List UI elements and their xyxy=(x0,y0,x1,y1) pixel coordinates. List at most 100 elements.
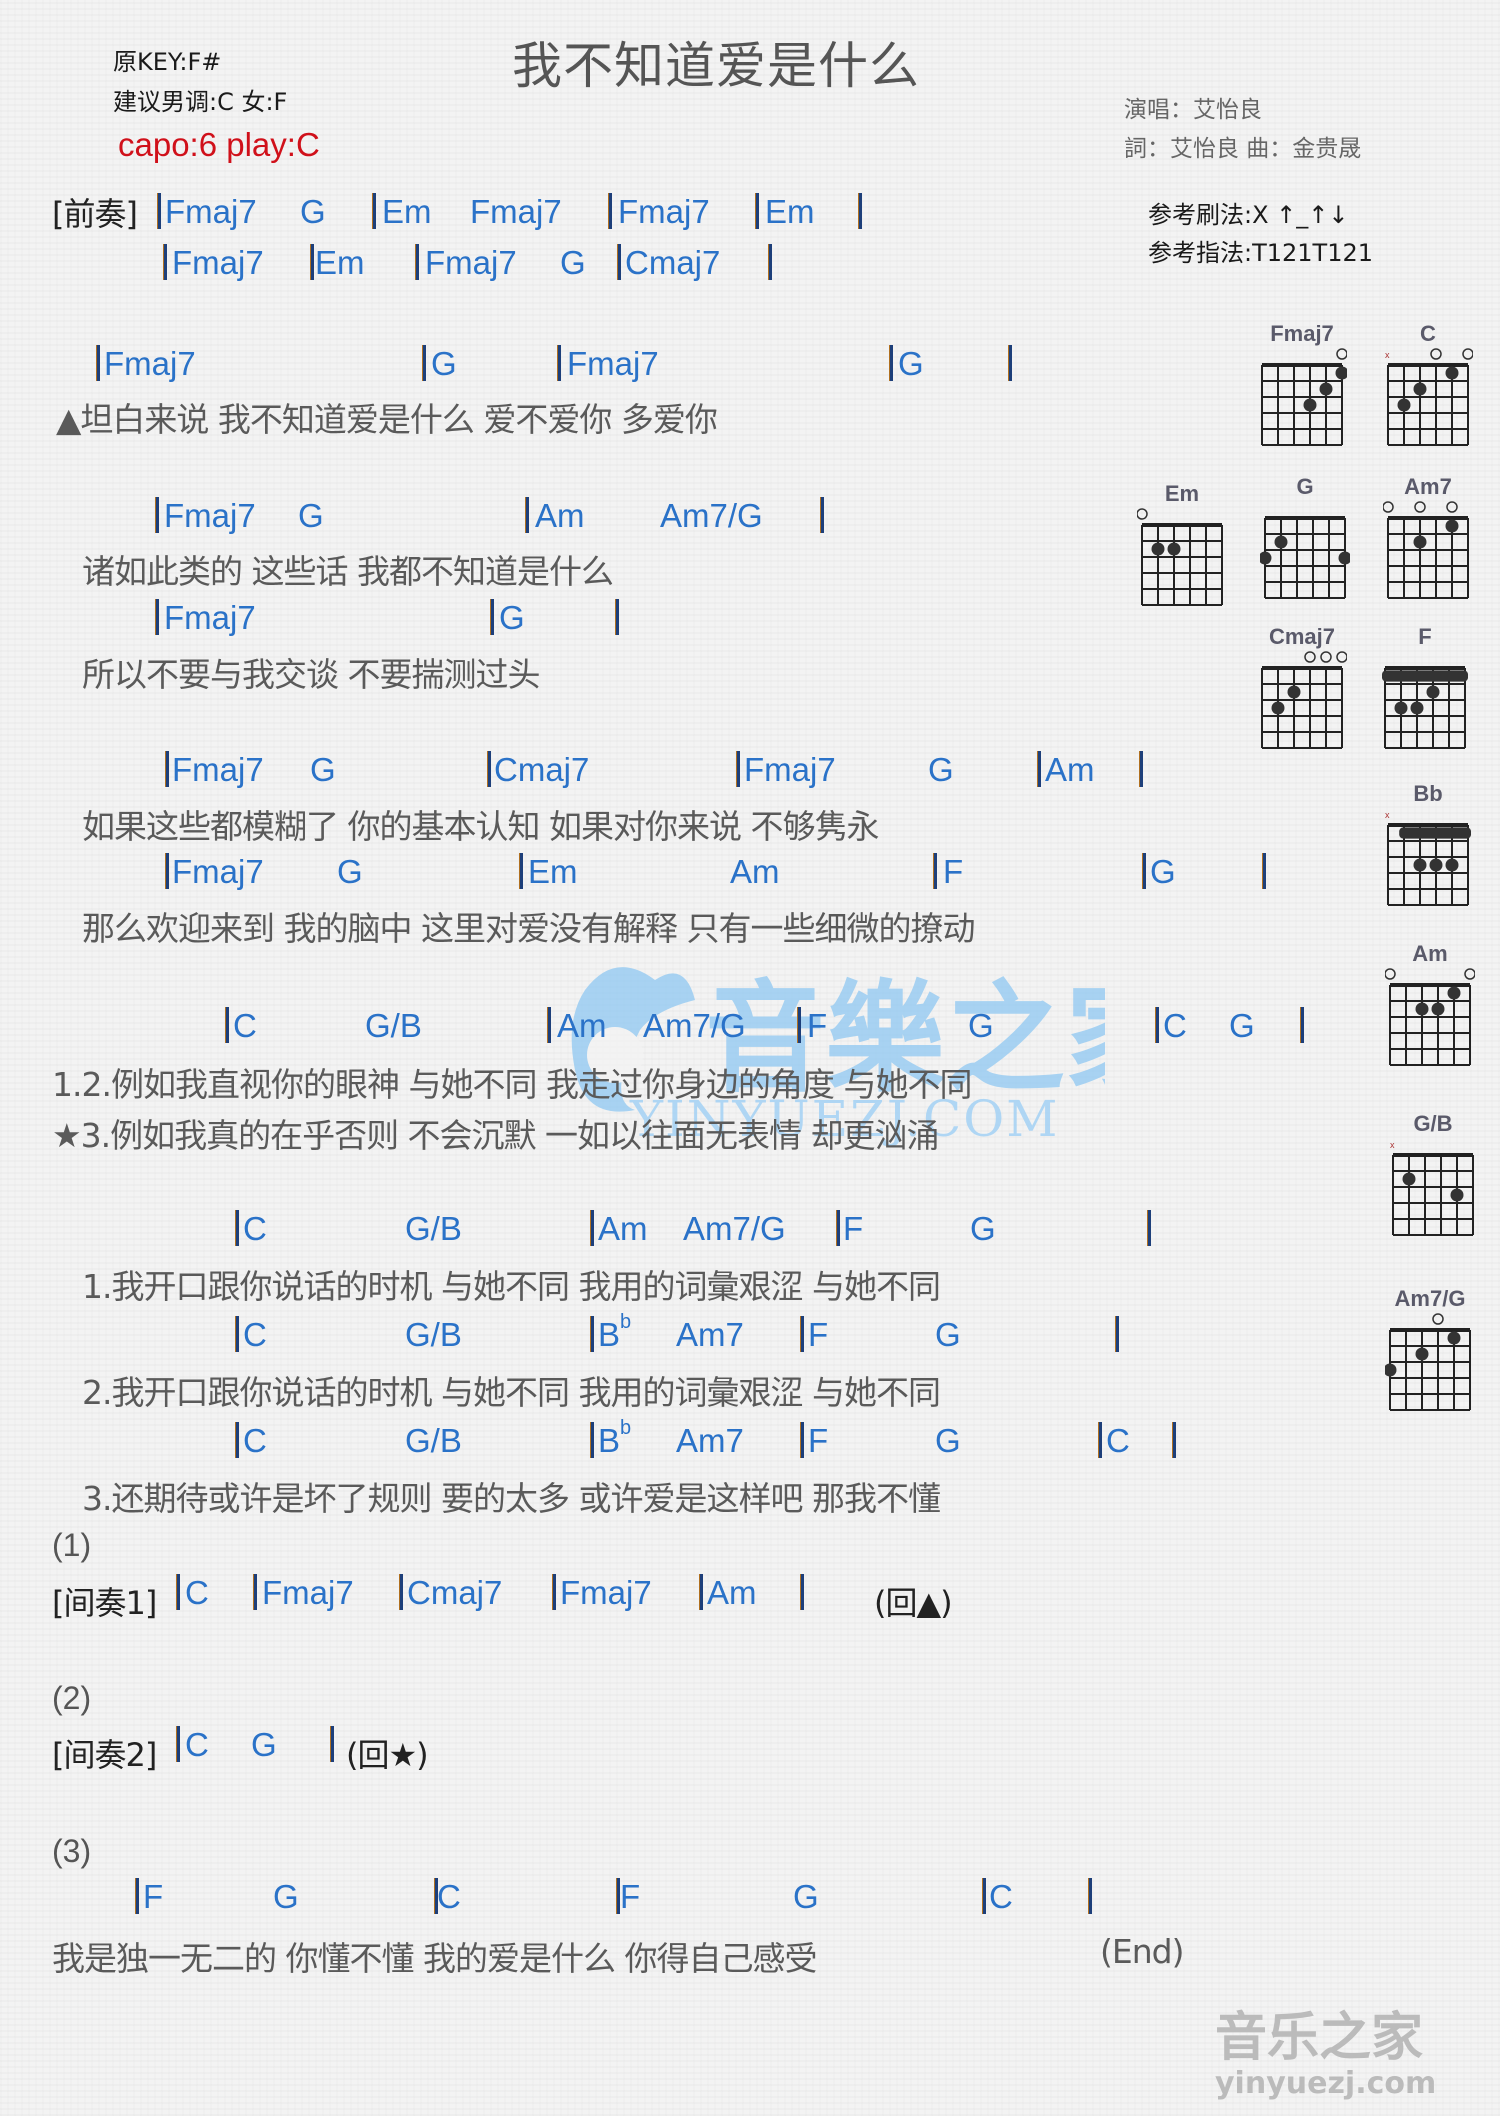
finger-dot xyxy=(1271,701,1285,715)
open-string-marker xyxy=(1336,651,1347,663)
finger-dot xyxy=(1429,858,1443,872)
bar-line xyxy=(525,497,529,533)
fretboard: x xyxy=(1390,1140,1474,1236)
chord-symbol: G/B xyxy=(405,1422,462,1459)
chord-symbol: Fmaj7 xyxy=(172,751,264,788)
chord-symbol: Em xyxy=(382,193,432,230)
muted-string-marker: x xyxy=(1390,1140,1395,1150)
chord-symbol: F xyxy=(843,1210,864,1247)
finger-dot xyxy=(1445,366,1459,380)
chord-symbol: Fmaj7 xyxy=(560,1574,652,1611)
bar-line xyxy=(617,244,621,280)
bar-line xyxy=(557,345,561,381)
finger-dot xyxy=(1167,542,1181,556)
fretboard xyxy=(1261,651,1347,749)
bar-line xyxy=(836,1210,840,1246)
finger-dot xyxy=(1303,398,1317,412)
lyric-line: 诸如此类的 这些话 我都不知道是什么 xyxy=(82,552,614,591)
lyric-line: 1.2.例如我直视你的眼神 与她不同 我走过你身边的角度 与她不同 xyxy=(52,1065,972,1104)
chord-symbol: C xyxy=(233,1007,257,1044)
chord-diagram-name: F xyxy=(1418,624,1432,649)
finger-dot xyxy=(1397,398,1411,412)
chord-symbol: C xyxy=(437,1878,461,1915)
chord-symbol: C xyxy=(1163,1007,1187,1044)
lyric-line: 2.我开口跟你说话的时机 与她不同 我用的词彙艰涩 与她不同 xyxy=(82,1373,941,1412)
corner-watermark: 音乐之家 yinyuezj.com xyxy=(1215,1995,1436,2101)
chord-symbol: Fmaj7 xyxy=(425,244,517,281)
chord-symbol: G xyxy=(1150,853,1176,890)
chord-symbol: Am xyxy=(598,1210,648,1247)
bar-line xyxy=(933,853,937,889)
bar-line xyxy=(372,193,376,229)
muted-string-marker: x xyxy=(1385,350,1390,360)
lyric-line: ★3.例如我真的在乎否则 不会沉默 一如以往面无表情 却更汹涌 xyxy=(52,1116,940,1155)
open-string-marker xyxy=(1336,348,1347,360)
finger-dot xyxy=(1274,535,1288,549)
chord-symbol: F xyxy=(807,1007,828,1044)
finger-dot xyxy=(1415,1002,1429,1016)
barre xyxy=(1382,670,1468,682)
bar-line xyxy=(176,1574,180,1610)
chord-symbol: C xyxy=(185,1574,209,1611)
chord-symbol: Fmaj7 xyxy=(567,345,659,382)
fretboard xyxy=(1260,516,1350,599)
interlude1-return: (回▲) xyxy=(874,1584,953,1622)
bar-line xyxy=(253,1574,257,1610)
capo-info: capo:6 play:C xyxy=(118,126,320,163)
chord-symbol: G xyxy=(935,1422,961,1459)
bar-line xyxy=(176,1726,180,1762)
open-string-marker xyxy=(1446,501,1458,513)
bar-line xyxy=(608,193,612,229)
bar-line xyxy=(157,193,161,229)
chord-symbol: Am xyxy=(730,853,780,890)
fretboard xyxy=(1383,501,1469,599)
chord-symbol: G xyxy=(310,751,336,788)
lyric-line: 1.我开口跟你说话的时机 与她不同 我用的词彙艰涩 与她不同 xyxy=(82,1267,941,1306)
bar-line xyxy=(163,244,167,280)
bar-line xyxy=(235,1210,239,1246)
writer-credit: 詞：艾怡良 曲：金贵晟 xyxy=(1124,136,1362,162)
chord-symbol: Am xyxy=(707,1574,757,1611)
fretboard xyxy=(1385,1313,1471,1411)
intro-label: [前奏] xyxy=(52,195,138,233)
fretboard xyxy=(1261,348,1347,446)
bar-line xyxy=(768,244,772,280)
chord-symbol: G xyxy=(337,853,363,890)
bar-line xyxy=(1139,751,1143,787)
bar-line xyxy=(889,345,893,381)
finger-dot xyxy=(1426,685,1440,699)
bar-line xyxy=(755,193,759,229)
chord-symbol: C xyxy=(989,1878,1013,1915)
chord-symbol: G xyxy=(970,1210,996,1247)
chord-symbol: Em xyxy=(765,193,815,230)
end-marker: (End) xyxy=(1100,1932,1184,1971)
chord-symbol: Am7 xyxy=(676,1422,744,1459)
original-key: 原KEY:F# xyxy=(113,48,222,76)
finger-dot xyxy=(1450,1188,1464,1202)
lyric-line: 如果这些都模糊了 你的基本认知 如果对你来说 不够隽永 xyxy=(82,807,879,846)
corner-watermark-url: yinyuezj.com xyxy=(1215,2066,1437,2101)
open-string-marker xyxy=(1320,651,1332,663)
chord-diagram-name: Cmaj7 xyxy=(1268,624,1336,649)
bar-line xyxy=(310,244,314,280)
interlude2-label: [间奏2] xyxy=(52,1736,157,1774)
finger-dot xyxy=(1447,986,1461,1000)
open-string-marker xyxy=(1383,501,1394,513)
chord-diagram-name: Bb xyxy=(1413,781,1443,806)
chord-symbol: Am7/G xyxy=(683,1210,786,1247)
finger-dot xyxy=(1151,542,1165,556)
bar-line xyxy=(1147,1210,1151,1246)
muted-string-marker: x xyxy=(1385,810,1390,820)
finger-dot xyxy=(1260,551,1272,565)
chord-symbol: Cmaj7 xyxy=(494,751,590,788)
finger-dot xyxy=(1410,701,1424,715)
bar-line xyxy=(1115,1316,1119,1352)
open-string-marker xyxy=(1414,501,1426,513)
bar-line xyxy=(155,599,159,635)
chord-diagram-name: Am xyxy=(1412,941,1448,966)
finger-dot xyxy=(1431,1002,1445,1016)
bar-line xyxy=(422,345,426,381)
bar-line xyxy=(487,751,491,787)
bar-line xyxy=(820,497,824,533)
bar-line xyxy=(235,1422,239,1458)
